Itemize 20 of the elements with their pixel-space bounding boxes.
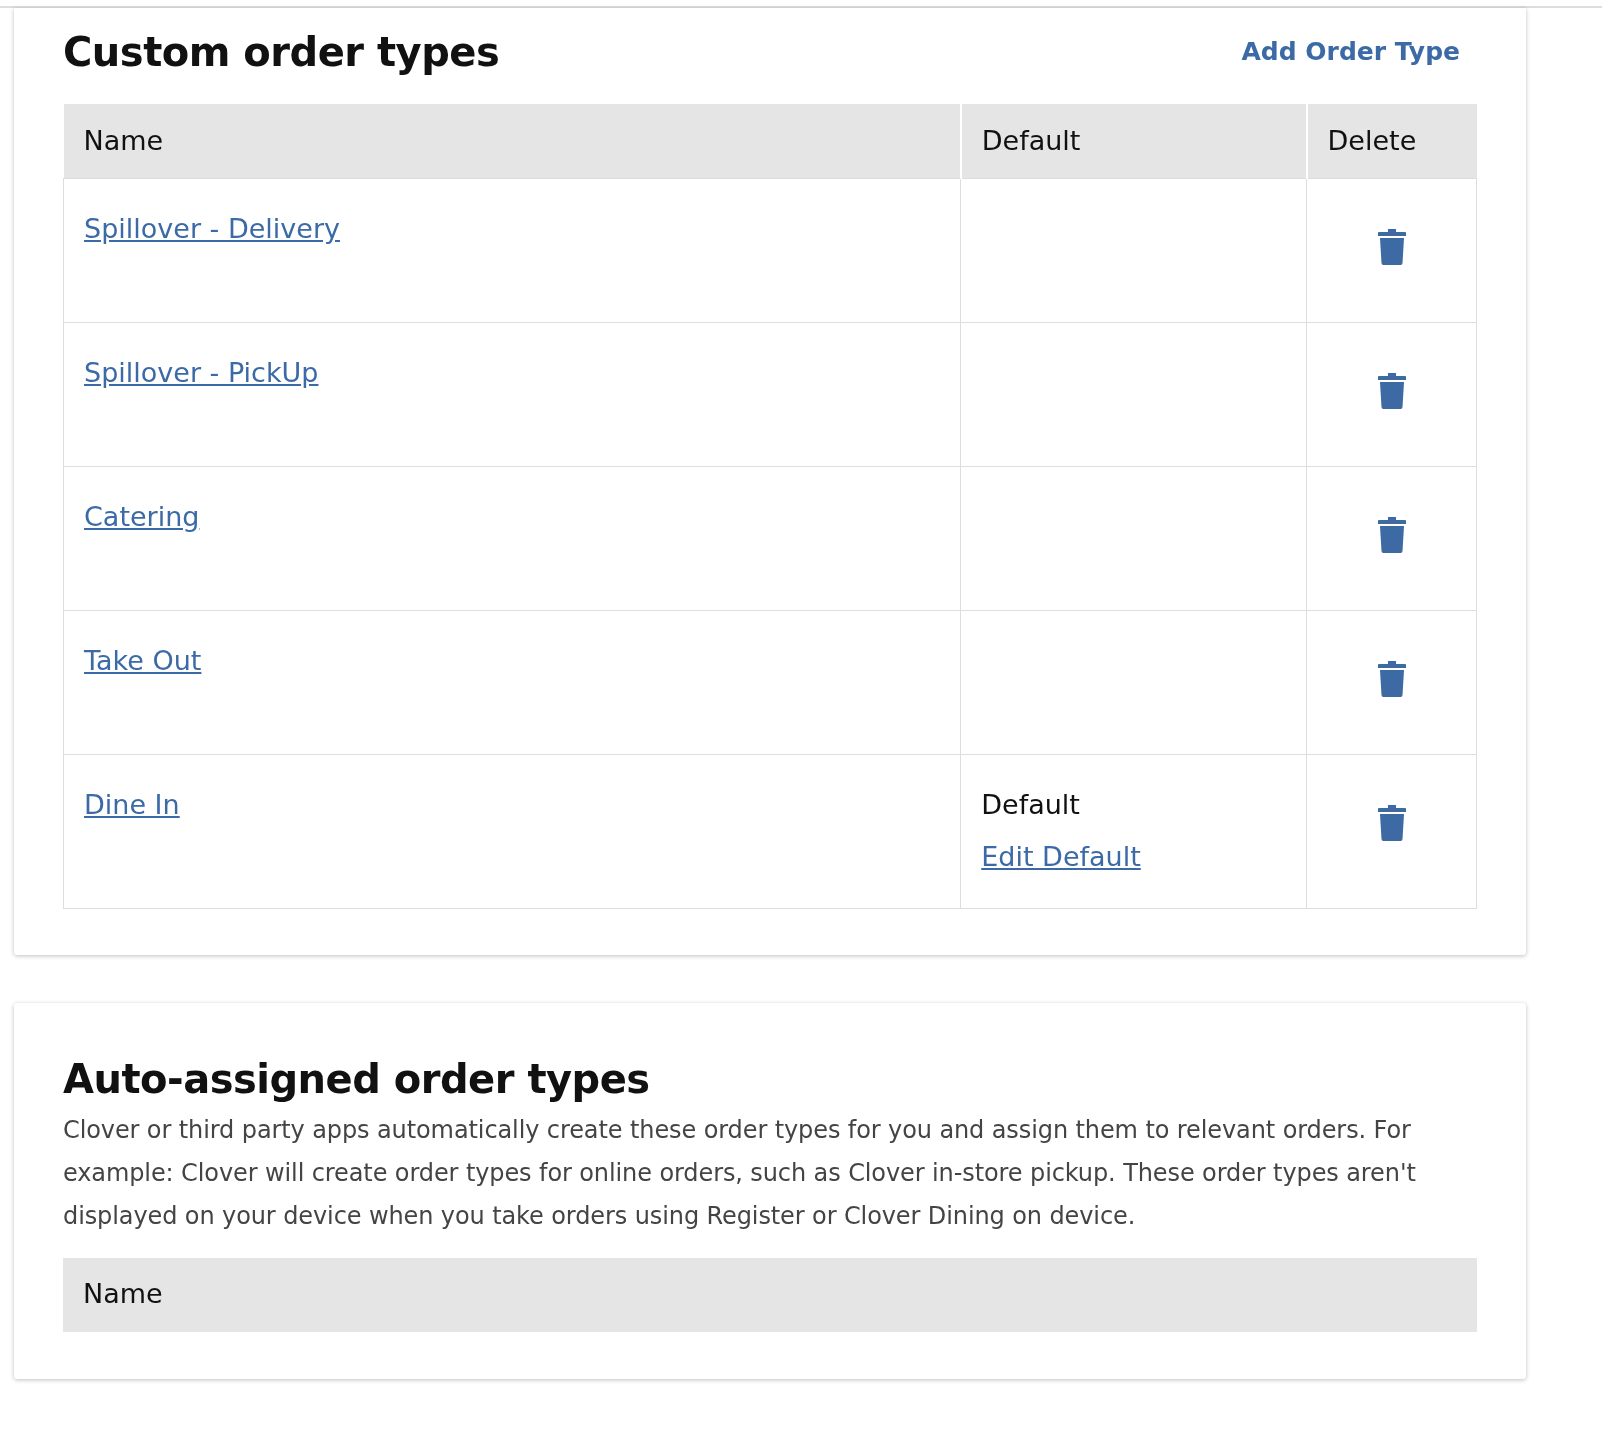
order-type-link[interactable]: Spillover - PickUp [84,356,319,388]
trash-icon[interactable] [1377,660,1406,697]
column-header: Name [63,104,961,178]
trash-icon[interactable] [1377,804,1406,841]
section-description: Clover or third party apps automatically create these order types for you and assign them to relevant orders. For example: Clover will create order types for online orders, such as Clover in-store pickup. These order types aren't displayed on your device when you take orders using Register or Clover Dining on device. [63,1114,1417,1232]
trash-icon[interactable] [1377,516,1406,553]
column-header: Default [960,104,1307,178]
trash-icon[interactable] [1377,372,1406,409]
section-title: Auto-assigned order types [63,1054,651,1103]
section-title: Custom order types [63,28,500,76]
add-order-type-link[interactable]: Add Order Type [1241,33,1460,71]
order-type-link[interactable]: Take Out [84,644,202,676]
order-type-link[interactable]: Catering [84,500,200,532]
edit-default-link[interactable]: Edit Default [981,837,1141,878]
order-type-link[interactable]: Dine In [84,788,180,820]
column-header: Delete [1306,104,1477,178]
column-header: Name [63,1257,1477,1332]
default-label: Default [981,787,1081,822]
trash-icon[interactable] [1377,228,1406,265]
order-type-link[interactable]: Spillover - Delivery [84,212,340,244]
